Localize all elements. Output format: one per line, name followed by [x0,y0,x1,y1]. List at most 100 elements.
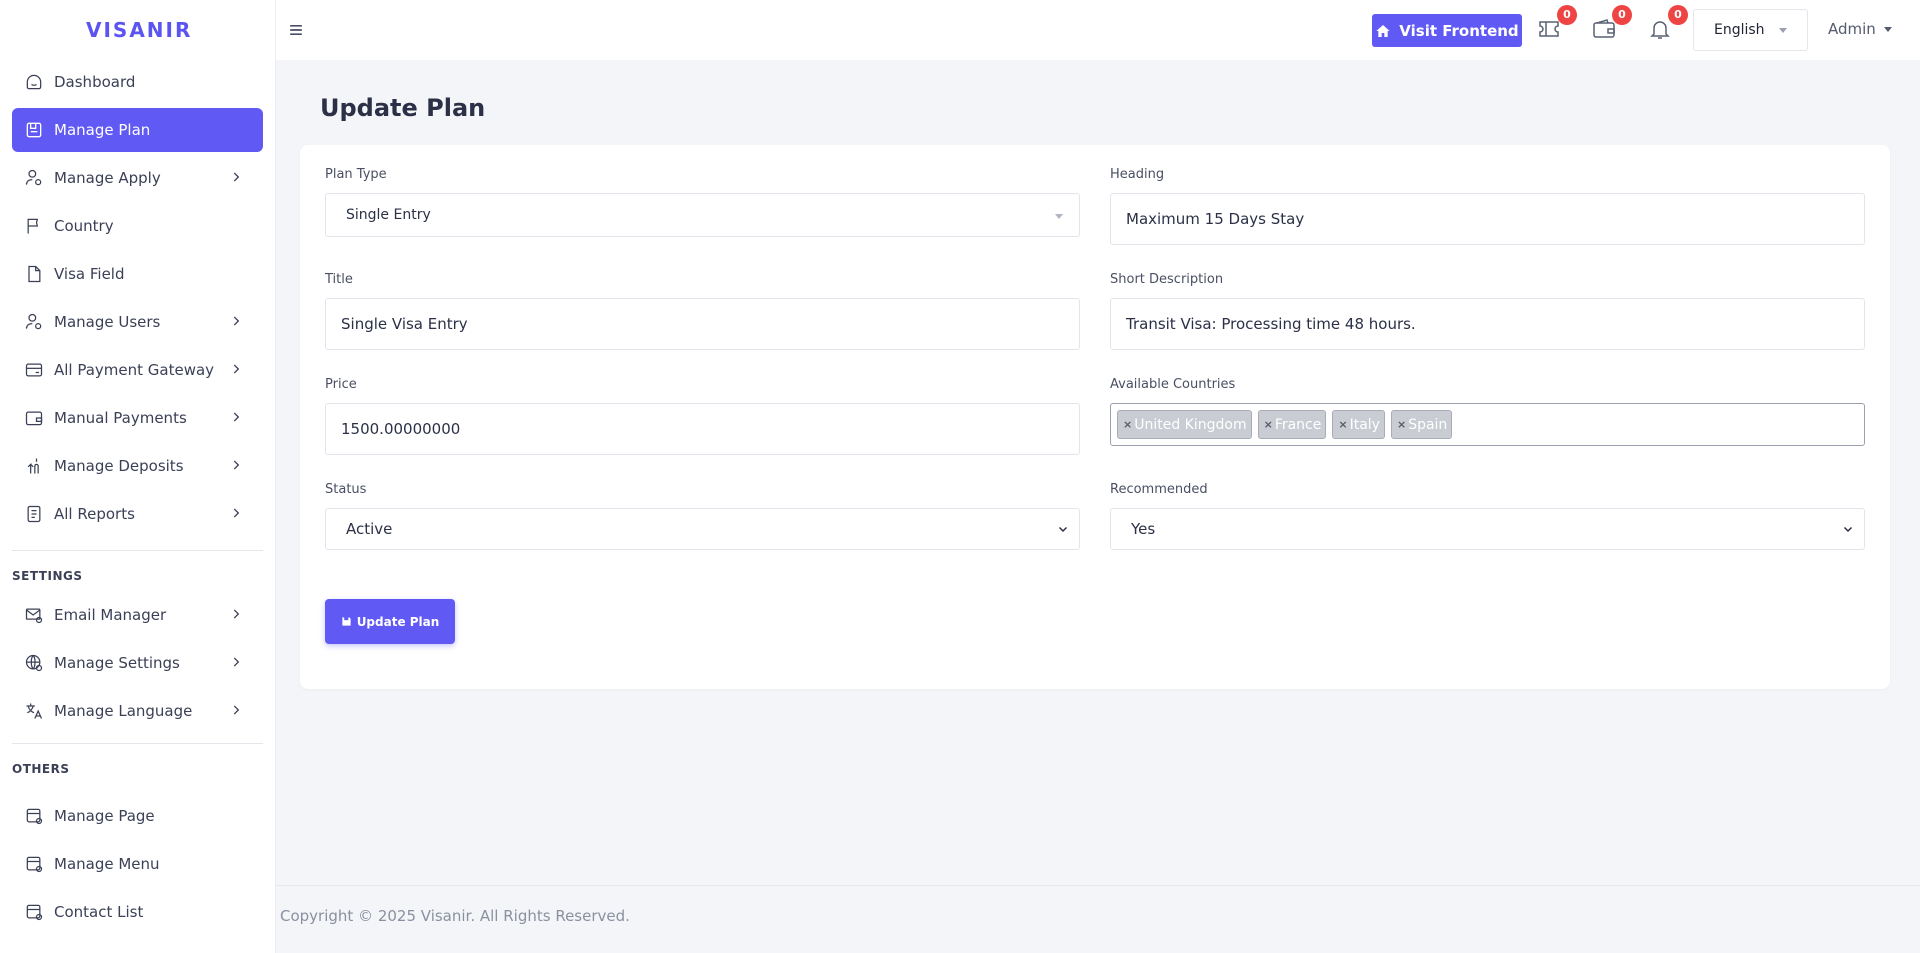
sidebar-item-manage-menu[interactable]: Manage Menu [12,842,263,886]
sidebar-item-contact-list[interactable]: Contact List [12,890,263,934]
visit-frontend-label: Visit Frontend [1399,21,1519,40]
status-value: Active [346,520,393,538]
price-input[interactable]: 1500.00000000 [325,403,1080,455]
user-name: Admin [1828,20,1876,38]
others-heading: OTHERS [12,762,70,776]
plan-icon [24,120,44,140]
sidebar-item-manage-settings[interactable]: Manage Settings [12,641,263,685]
remove-tag-icon[interactable]: × [1123,418,1132,431]
wallet-button[interactable]: 0 [1592,5,1632,43]
short-description-label: Short Description [1110,272,1224,287]
report-icon [24,504,44,524]
sidebar-item-country[interactable]: Country [12,204,263,248]
sidebar-item-payment-gateway[interactable]: All Payment Gateway [12,348,263,392]
sidebar-item-manage-apply[interactable]: Manage Apply [12,156,263,200]
country-tag[interactable]: × France [1257,410,1327,439]
recommended-select[interactable]: Yes [1110,508,1865,550]
available-countries-label: Available Countries [1110,377,1236,392]
sidebar-item-label: Manage Settings [54,654,180,672]
chevron-right-icon [233,460,240,470]
sidebar-item-visa-field[interactable]: Visa Field [12,252,263,296]
notification-button[interactable]: 0 [1648,5,1688,43]
sidebar-item-label: Manage Menu [54,855,160,873]
mail-gear-icon [24,605,44,625]
status-select[interactable]: Active [325,508,1080,550]
title-input[interactable]: Single Visa Entry [325,298,1080,350]
sidebar-item-dashboard[interactable]: Dashboard [12,60,263,104]
sidebar-item-label: Manual Payments [54,409,187,427]
country-tag-label: France [1274,416,1322,433]
user-gear-icon [24,168,44,188]
visit-frontend-button[interactable]: Visit Frontend [1372,14,1522,47]
sidebar-item-manual-payments[interactable]: Manual Payments [12,396,263,440]
caret-down-icon [1055,214,1063,219]
brand-logo[interactable]: VISANIR [0,0,275,60]
country-tag[interactable]: × Italy [1332,410,1385,439]
sidebar-item-manage-page[interactable]: Manage Page [12,794,263,838]
short-description-input[interactable]: Transit Visa: Processing time 48 hours. [1110,298,1865,350]
available-countries-multiselect[interactable]: × United Kingdom × France × Italy × Spain [1110,403,1865,446]
title-field: Title Single Visa Entry [325,272,1080,350]
user-menu[interactable]: Admin [1828,20,1892,38]
price-label: Price [325,377,357,392]
update-plan-button[interactable]: Update Plan [325,599,455,644]
remove-tag-icon[interactable]: × [1338,418,1347,431]
settings-heading: SETTINGS [12,569,83,583]
save-icon [342,617,351,626]
plan-form-card: Plan Type Single Entry Heading Maximum 1… [300,145,1890,689]
heading-field: Heading Maximum 15 Days Stay [1110,167,1865,245]
page-gear-icon [24,902,44,922]
country-tag[interactable]: × United Kingdom [1117,410,1252,439]
hamburger-menu-icon[interactable] [286,20,306,40]
sidebar: VISANIR Dashboard Manage Plan Manage App… [0,0,276,953]
heading-label: Heading [1110,167,1165,182]
sidebar-item-label: Email Manager [54,606,167,624]
wallet-count-badge: 0 [1612,5,1632,25]
sidebar-item-manage-deposits[interactable]: Manage Deposits [12,444,263,488]
remove-tag-icon[interactable]: × [1264,418,1273,431]
sidebar-item-manage-language[interactable]: Manage Language [12,689,263,733]
copyright-text: Copyright © 2025 Visanir. All Rights Res… [280,907,630,925]
available-countries-field: Available Countries × United Kingdom × Fra… [1110,377,1865,446]
sidebar-item-label: Manage Page [54,807,155,825]
heading-input[interactable]: Maximum 15 Days Stay [1110,193,1865,245]
topbar: Visit Frontend 0 0 0 English Admin [276,0,1920,60]
sidebar-item-manage-plan[interactable]: Manage Plan [12,108,263,152]
ticket-button[interactable]: 0 [1537,5,1577,43]
sidebar-item-all-reports[interactable]: All Reports [12,492,263,536]
sidebar-item-email-manager[interactable]: Email Manager [12,593,263,637]
recommended-field: Recommended Yes [1110,482,1865,550]
sidebar-item-label: Manage Apply [54,169,161,187]
country-tag[interactable]: × Spain [1390,410,1453,439]
short-description-field: Short Description Transit Visa: Processi… [1110,272,1865,350]
sidebar-divider [12,550,263,551]
country-tag-label: Spain [1408,416,1448,433]
sidebar-item-manage-users[interactable]: Manage Users [12,300,263,344]
sidebar-item-label: Visa Field [54,265,125,283]
sidebar-nav: Dashboard Manage Plan Manage Apply Count… [0,60,275,536]
plan-type-label: Plan Type [325,167,387,182]
sidebar-item-label: Manage Plan [54,121,151,139]
chevron-right-icon [233,508,240,518]
recommended-label: Recommended [1110,482,1208,497]
page-gear-icon [24,854,44,874]
caret-down-icon [1883,26,1892,32]
globe-gear-icon [24,653,44,673]
country-tag-label: Italy [1349,416,1380,433]
sidebar-divider [12,743,263,744]
translate-icon [24,701,44,721]
remove-tag-icon[interactable]: × [1397,418,1406,431]
update-plan-label: Update Plan [356,614,440,629]
plan-type-select[interactable]: Single Entry [325,193,1080,237]
plan-type-value: Single Entry [346,207,431,223]
wallet-icon [1593,19,1615,38]
others-nav: Manage Page Manage Menu Contact List [0,794,275,934]
flag-icon [24,216,44,236]
sidebar-item-label: Dashboard [54,73,136,91]
card-icon [24,360,44,380]
bell-icon [1650,21,1670,39]
chevron-right-icon [233,412,240,422]
sidebar-item-label: Manage Deposits [54,457,184,475]
language-select[interactable]: English [1693,9,1808,51]
page-title: Update Plan [320,94,486,122]
